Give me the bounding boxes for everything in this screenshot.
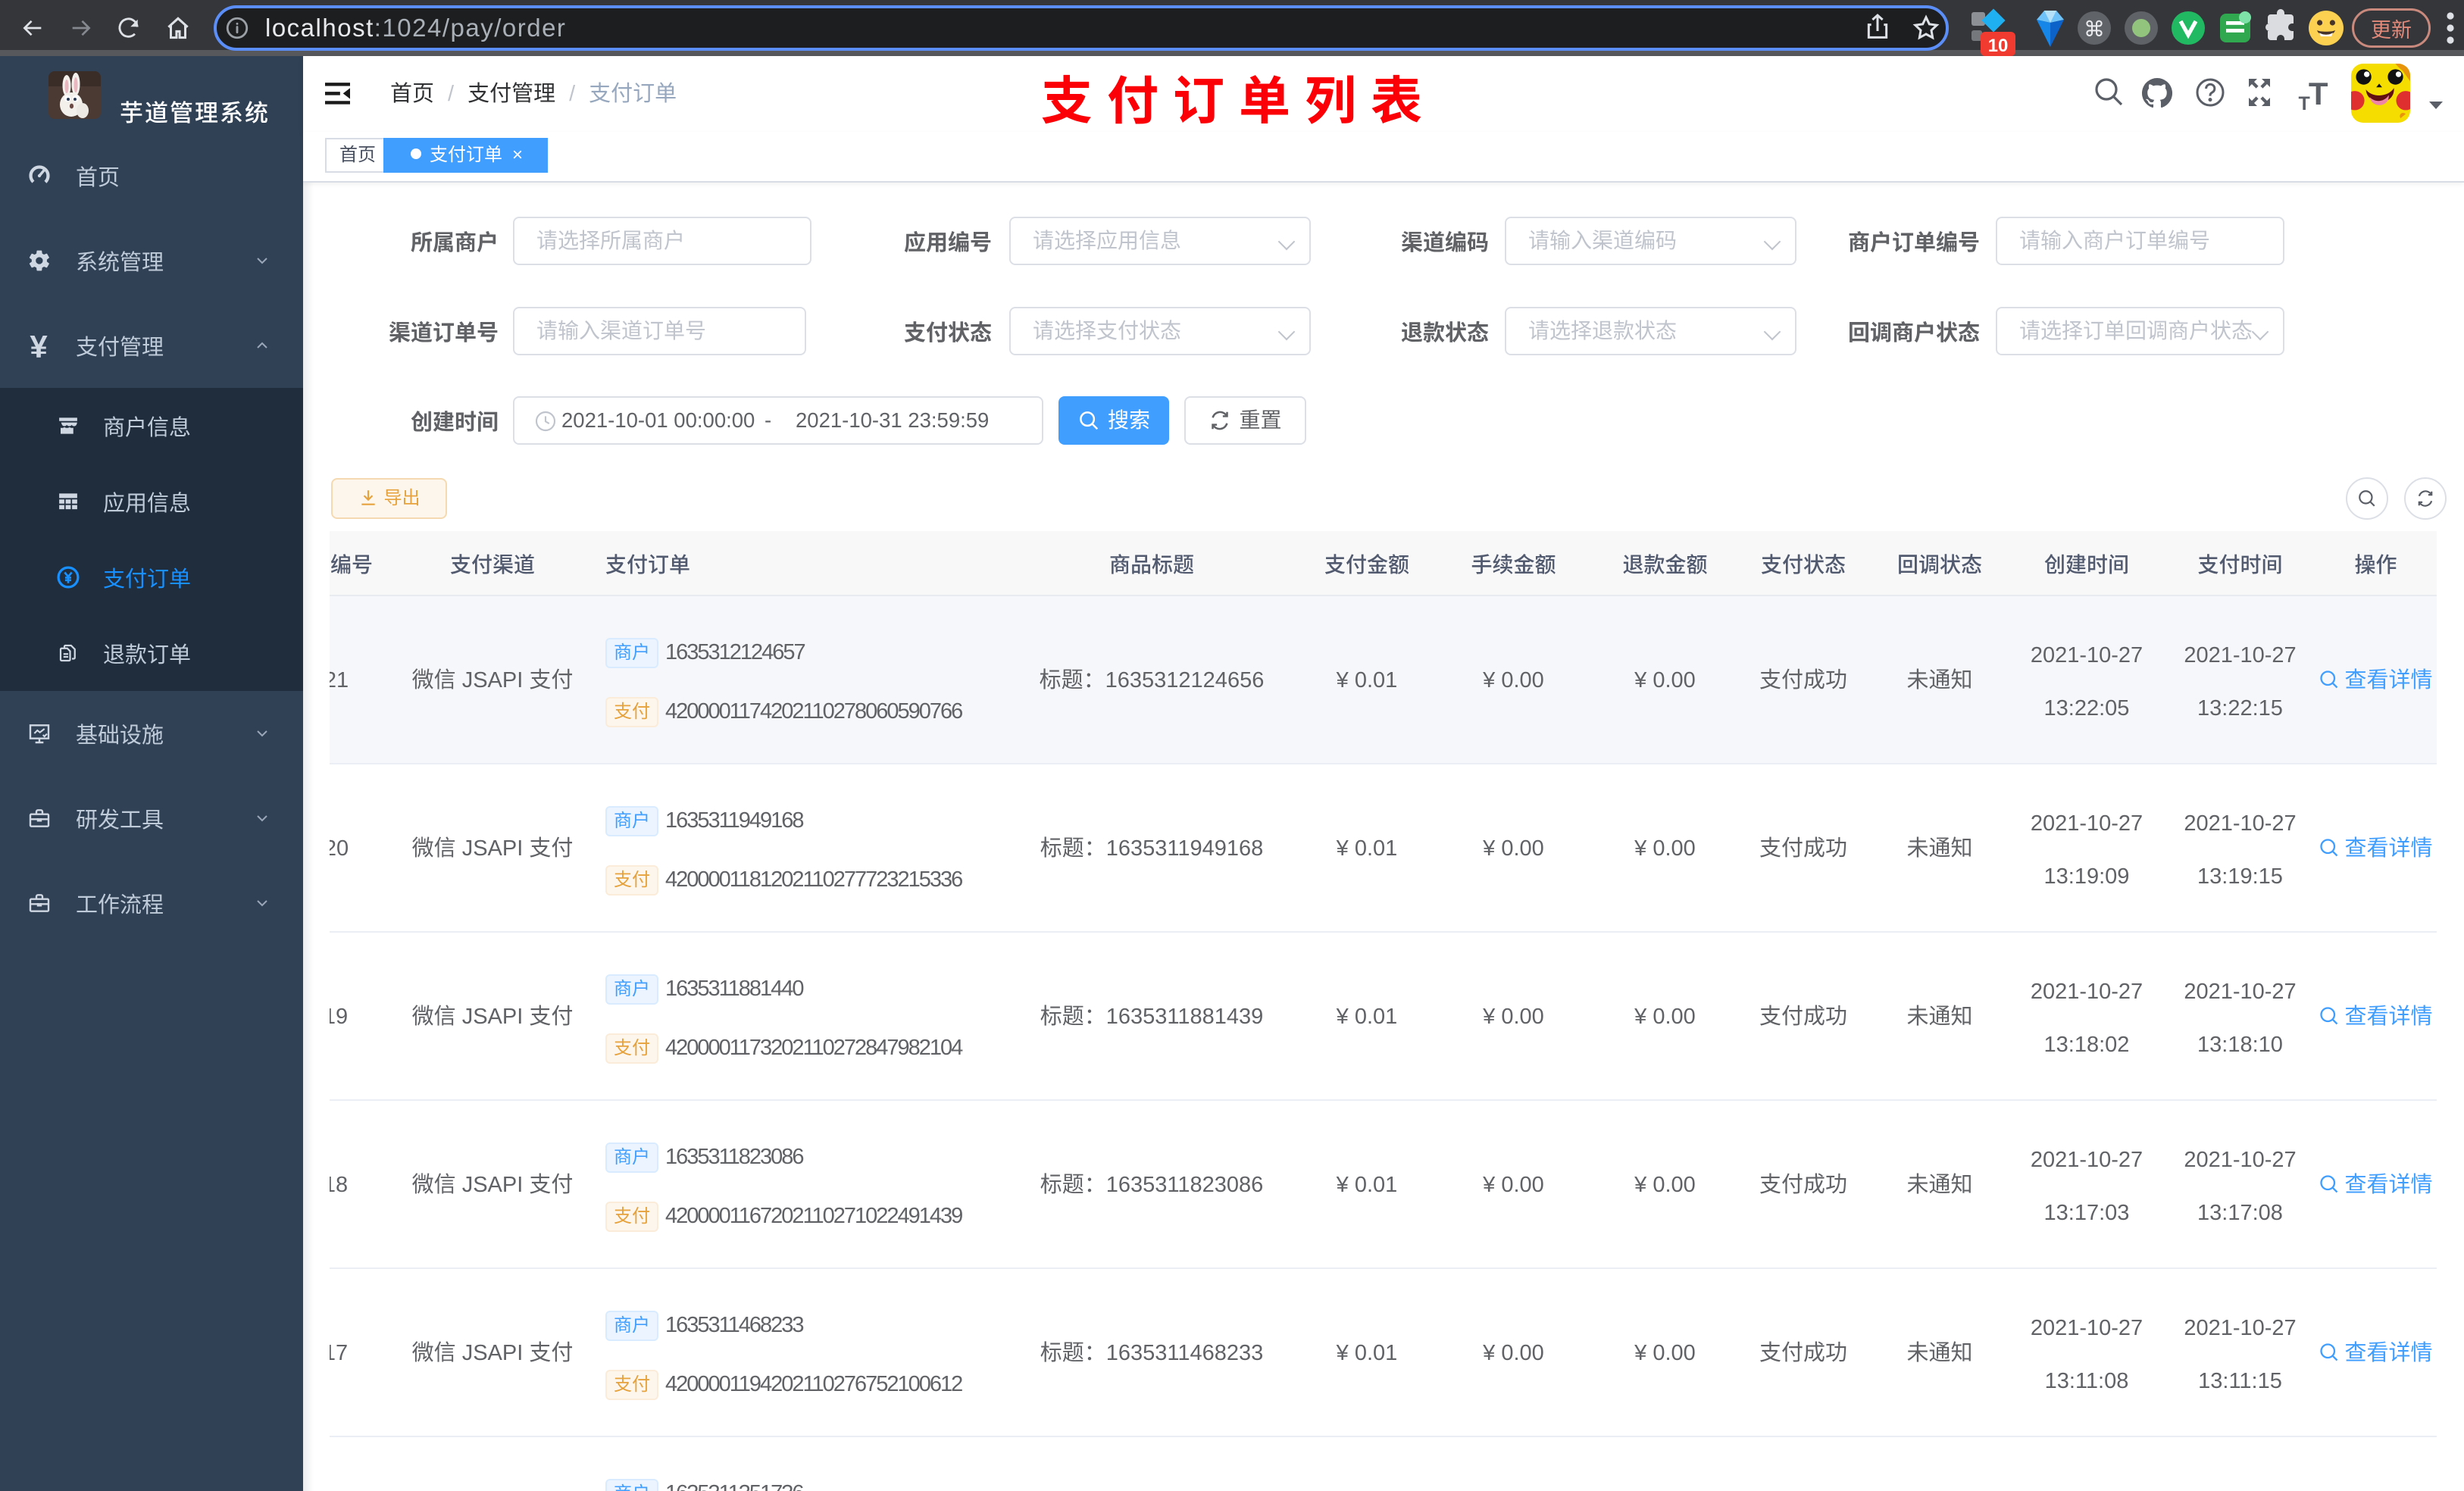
svg-text:⌘: ⌘ <box>2084 17 2105 41</box>
svg-text:10: 10 <box>1988 36 2009 56</box>
